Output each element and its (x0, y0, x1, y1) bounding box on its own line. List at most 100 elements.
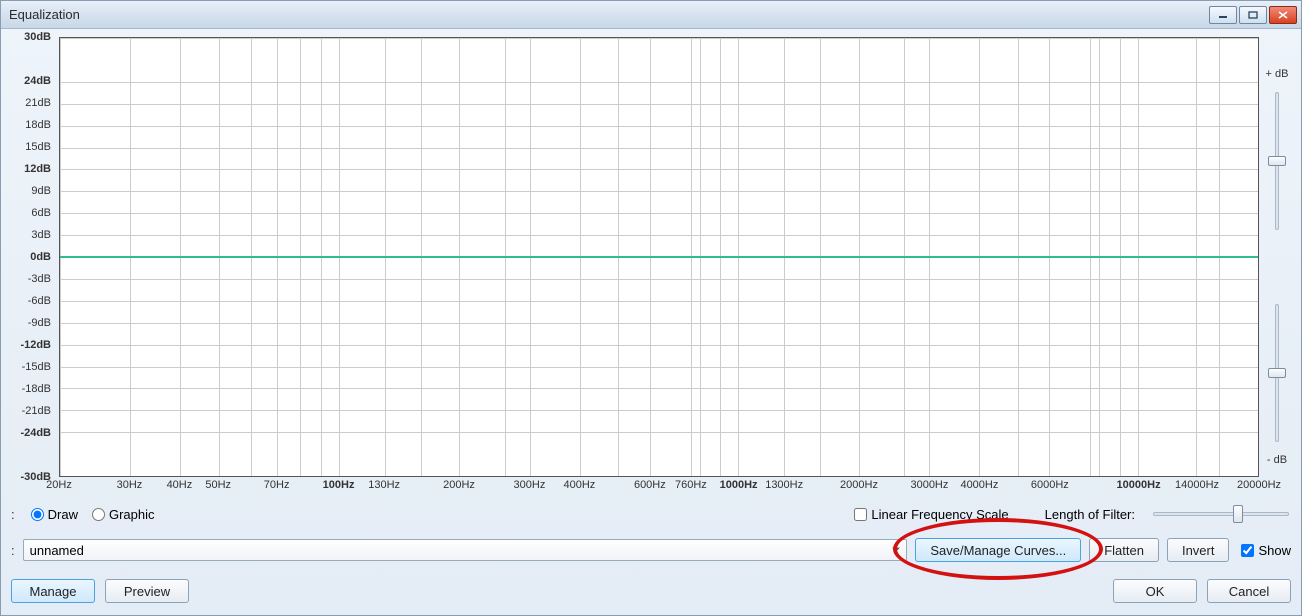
x-tick-label: 30Hz (117, 479, 143, 491)
y-tick-label: 9dB (31, 185, 51, 197)
eq-area: 30dB24dB21dB18dB15dB12dB9dB6dB3dB0dB-3dB… (11, 37, 1291, 497)
curve-name-combo[interactable]: unnamed (23, 539, 908, 561)
filter-length-slider[interactable] (1151, 506, 1291, 522)
show-label[interactable]: Show (1241, 543, 1291, 558)
slider-track (1153, 512, 1289, 516)
y-tick-label: -18dB (22, 383, 51, 395)
y-tick-label: -24dB (20, 427, 51, 439)
graphic-radio[interactable] (92, 508, 105, 521)
x-tick-label: 2000Hz (840, 479, 878, 491)
x-tick-label: 20000Hz (1237, 479, 1281, 491)
x-tick-label: 10000Hz (1117, 479, 1161, 491)
grid-line-h (60, 323, 1258, 324)
grid-line-h (60, 191, 1258, 192)
grid-line-h (60, 432, 1258, 433)
slider-thumb[interactable] (1233, 505, 1243, 523)
y-tick-label: -12dB (20, 339, 51, 351)
window-title: Equalization (9, 7, 80, 22)
minimize-icon (1218, 11, 1228, 19)
x-tick-label: 3000Hz (910, 479, 948, 491)
mode-radio-group: Draw Graphic (31, 507, 155, 522)
close-icon (1278, 11, 1288, 19)
x-tick-label: 400Hz (564, 479, 596, 491)
equalization-window: Equalization 30dB24dB21dB18dB15dB12dB9dB… (0, 0, 1302, 616)
plus-db-label: + dB (1266, 68, 1289, 80)
preview-button[interactable]: Preview (105, 579, 189, 603)
y-tick-label: -9dB (28, 317, 51, 329)
x-tick-label: 200Hz (443, 479, 475, 491)
grid-line-h (60, 301, 1258, 302)
x-tick-label: 760Hz (675, 479, 707, 491)
y-tick-label: 0dB (30, 251, 51, 263)
grid-line-h (60, 104, 1258, 105)
eq-graph[interactable] (59, 37, 1259, 477)
maximize-icon (1248, 11, 1258, 19)
grid-line-h (60, 410, 1258, 411)
gain-plus-slider[interactable] (1269, 86, 1285, 236)
minus-db-label: - dB (1267, 454, 1287, 466)
draw-radio-label[interactable]: Draw (31, 507, 78, 522)
curve-name-value: unnamed (30, 543, 84, 558)
y-tick-label: 12dB (24, 163, 51, 175)
grid-line-h (60, 235, 1258, 236)
graphic-text: Graphic (109, 507, 155, 522)
x-axis: 20Hz30Hz40Hz50Hz70Hz100Hz130Hz200Hz300Hz… (59, 477, 1259, 497)
x-tick-label: 14000Hz (1175, 479, 1219, 491)
linear-scale-checkbox[interactable] (854, 508, 867, 521)
manage-button[interactable]: Manage (11, 579, 95, 603)
y-tick-label: 3dB (31, 229, 51, 241)
x-tick-label: 600Hz (634, 479, 666, 491)
mode-row: : Draw Graphic Linear Frequency Scale Le… (11, 503, 1291, 525)
grid-line-v (1258, 38, 1259, 476)
y-tick-label: -21dB (22, 405, 51, 417)
y-tick-label: -6dB (28, 295, 51, 307)
draw-radio[interactable] (31, 508, 44, 521)
y-tick-label: 30dB (24, 31, 51, 43)
x-tick-label: 300Hz (514, 479, 546, 491)
ok-button[interactable]: OK (1113, 579, 1197, 603)
invert-button[interactable]: Invert (1167, 538, 1230, 562)
zero-db-line (60, 256, 1258, 258)
gain-minus-slider[interactable] (1269, 298, 1285, 448)
curve-row: : unnamed Save/Manage Curves... Flatten … (11, 537, 1291, 563)
y-axis: 30dB24dB21dB18dB15dB12dB9dB6dB3dB0dB-3dB… (11, 37, 55, 497)
x-tick-label: 1300Hz (765, 479, 803, 491)
save-manage-curves-button[interactable]: Save/Manage Curves... (915, 538, 1081, 562)
x-tick-label: 4000Hz (960, 479, 998, 491)
grid-line-h (60, 388, 1258, 389)
side-sliders: + dB - dB (1263, 37, 1291, 497)
slider-thumb[interactable] (1268, 368, 1286, 378)
close-button[interactable] (1269, 6, 1297, 24)
y-tick-label: 24dB (24, 75, 51, 87)
flatten-button[interactable]: Flatten (1089, 538, 1159, 562)
grid-line-h (60, 82, 1258, 83)
x-tick-label: 1000Hz (720, 479, 758, 491)
y-tick-label: 21dB (25, 97, 51, 109)
grid-line-h (60, 148, 1258, 149)
x-tick-label: 6000Hz (1031, 479, 1069, 491)
grid-line-h (60, 38, 1258, 39)
x-tick-label: 40Hz (167, 479, 193, 491)
minimize-button[interactable] (1209, 6, 1237, 24)
grid-line-h (60, 213, 1258, 214)
graphic-radio-label[interactable]: Graphic (92, 507, 155, 522)
titlebar: Equalization (1, 1, 1301, 29)
filter-length-label: Length of Filter: (1045, 507, 1135, 522)
y-tick-label: 6dB (31, 207, 51, 219)
maximize-button[interactable] (1239, 6, 1267, 24)
graph-wrap: 20Hz30Hz40Hz50Hz70Hz100Hz130Hz200Hz300Hz… (59, 37, 1259, 497)
draw-text: Draw (48, 507, 78, 522)
x-tick-label: 100Hz (323, 479, 355, 491)
show-checkbox[interactable] (1241, 544, 1254, 557)
grid-line-h (60, 279, 1258, 280)
slider-thumb[interactable] (1268, 156, 1286, 166)
cancel-button[interactable]: Cancel (1207, 579, 1291, 603)
bottom-row: Manage Preview OK Cancel (11, 577, 1291, 605)
window-controls (1209, 6, 1297, 24)
grid-line-h (60, 169, 1258, 170)
linear-scale-label[interactable]: Linear Frequency Scale (854, 507, 1008, 522)
x-tick-label: 70Hz (264, 479, 290, 491)
grid-line-h (60, 126, 1258, 127)
grid-line-h (60, 345, 1258, 346)
content-area: 30dB24dB21dB18dB15dB12dB9dB6dB3dB0dB-3dB… (1, 29, 1301, 615)
